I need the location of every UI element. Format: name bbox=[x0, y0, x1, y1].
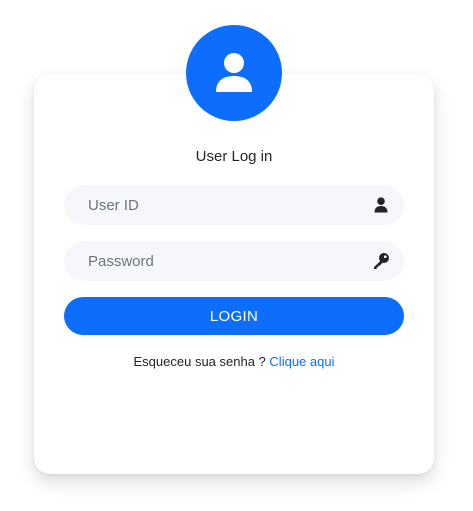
page-title: User Log in bbox=[195, 148, 273, 165]
user-icon bbox=[216, 53, 252, 92]
password-field[interactable] bbox=[64, 241, 404, 281]
user-id-input[interactable] bbox=[64, 185, 404, 225]
forgot-password-link[interactable]: Clique aqui bbox=[269, 354, 334, 369]
password-input[interactable] bbox=[64, 241, 404, 281]
avatar bbox=[186, 25, 282, 121]
login-page: User Log in LOGIN Esqueceu sua senha ? C… bbox=[0, 0, 473, 511]
forgot-password: Esqueceu sua senha ? Clique aqui bbox=[34, 354, 434, 369]
forgot-password-text: Esqueceu sua senha ? bbox=[133, 354, 266, 369]
user-icon bbox=[372, 196, 390, 214]
key-icon bbox=[372, 252, 390, 270]
login-button[interactable]: LOGIN bbox=[64, 297, 404, 335]
user-id-field[interactable] bbox=[64, 185, 404, 225]
